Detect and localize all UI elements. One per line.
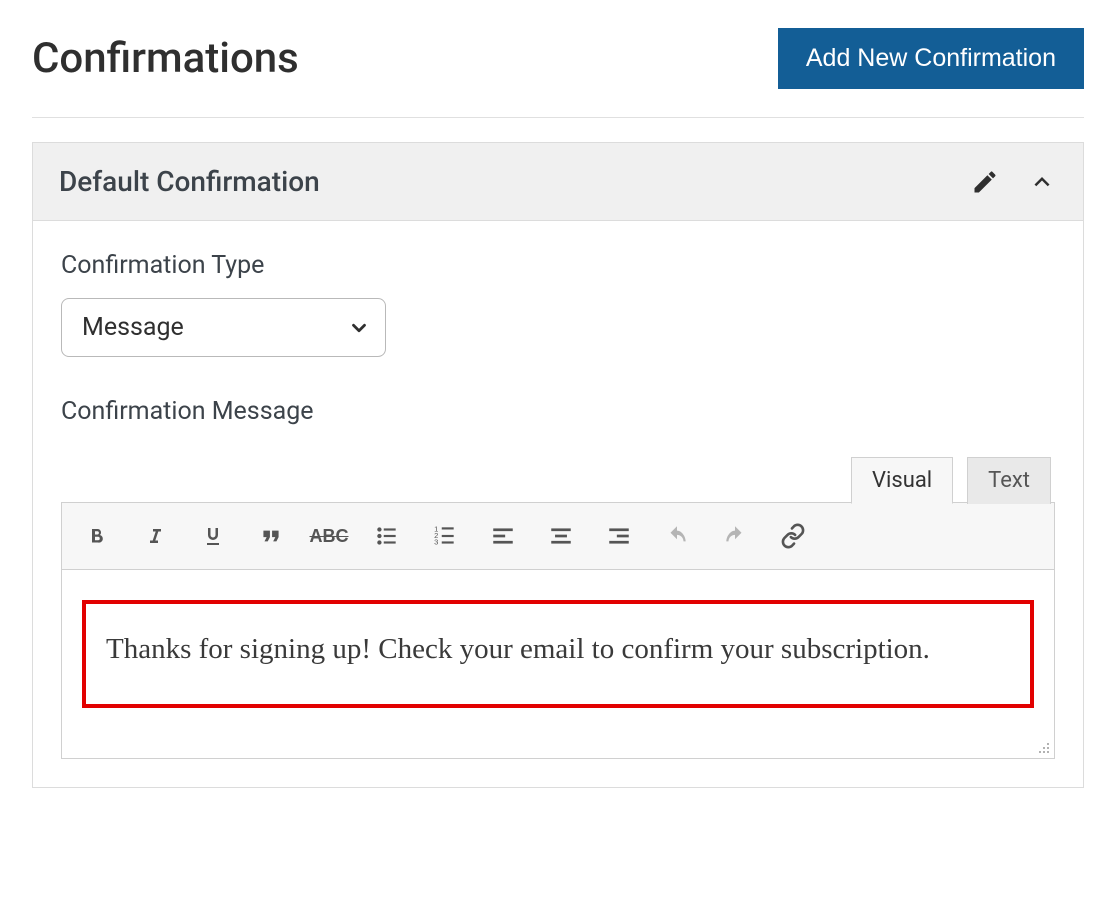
italic-button[interactable]: [132, 513, 178, 559]
blockquote-button[interactable]: [248, 513, 294, 559]
resize-grip-icon[interactable]: [1036, 740, 1050, 754]
panel-header: Default Confirmation: [33, 143, 1083, 221]
editor: Visual Text ABC: [61, 456, 1055, 759]
edit-icon[interactable]: [971, 168, 999, 196]
confirmation-message-label: Confirmation Message: [61, 397, 1055, 426]
align-left-button[interactable]: [480, 513, 526, 559]
editor-toolbar: ABC 123: [61, 502, 1055, 570]
editor-content-area[interactable]: Thanks for signing up! Check your email …: [61, 570, 1055, 759]
bold-button[interactable]: [74, 513, 120, 559]
tab-text[interactable]: Text: [967, 457, 1051, 504]
confirmation-type-select[interactable]: Message: [61, 298, 386, 357]
confirmation-panel: Default Confirmation Confirmation Type M…: [32, 142, 1084, 788]
bullet-list-button[interactable]: [364, 513, 410, 559]
panel-body: Confirmation Type Message Confirmation M…: [33, 221, 1083, 787]
editor-tabs: Visual Text: [61, 456, 1055, 503]
svg-text:3: 3: [434, 538, 438, 547]
undo-button[interactable]: [654, 513, 700, 559]
confirmation-type-label: Confirmation Type: [61, 251, 1055, 280]
add-new-confirmation-button[interactable]: Add New Confirmation: [778, 28, 1084, 89]
strikethrough-button[interactable]: ABC: [306, 513, 352, 559]
align-right-button[interactable]: [596, 513, 642, 559]
underline-button[interactable]: [190, 513, 236, 559]
page-title: Confirmations: [32, 34, 299, 83]
collapse-icon[interactable]: [1027, 167, 1057, 197]
panel-title: Default Confirmation: [59, 165, 320, 198]
link-button[interactable]: [770, 513, 816, 559]
tab-visual[interactable]: Visual: [851, 457, 953, 504]
confirmation-message-text[interactable]: Thanks for signing up! Check your email …: [82, 600, 1034, 708]
confirmation-type-select-wrap: Message: [61, 298, 386, 357]
redo-button[interactable]: [712, 513, 758, 559]
panel-actions: [971, 167, 1057, 197]
numbered-list-button[interactable]: 123: [422, 513, 468, 559]
page-header: Confirmations Add New Confirmation: [32, 28, 1084, 118]
align-center-button[interactable]: [538, 513, 584, 559]
